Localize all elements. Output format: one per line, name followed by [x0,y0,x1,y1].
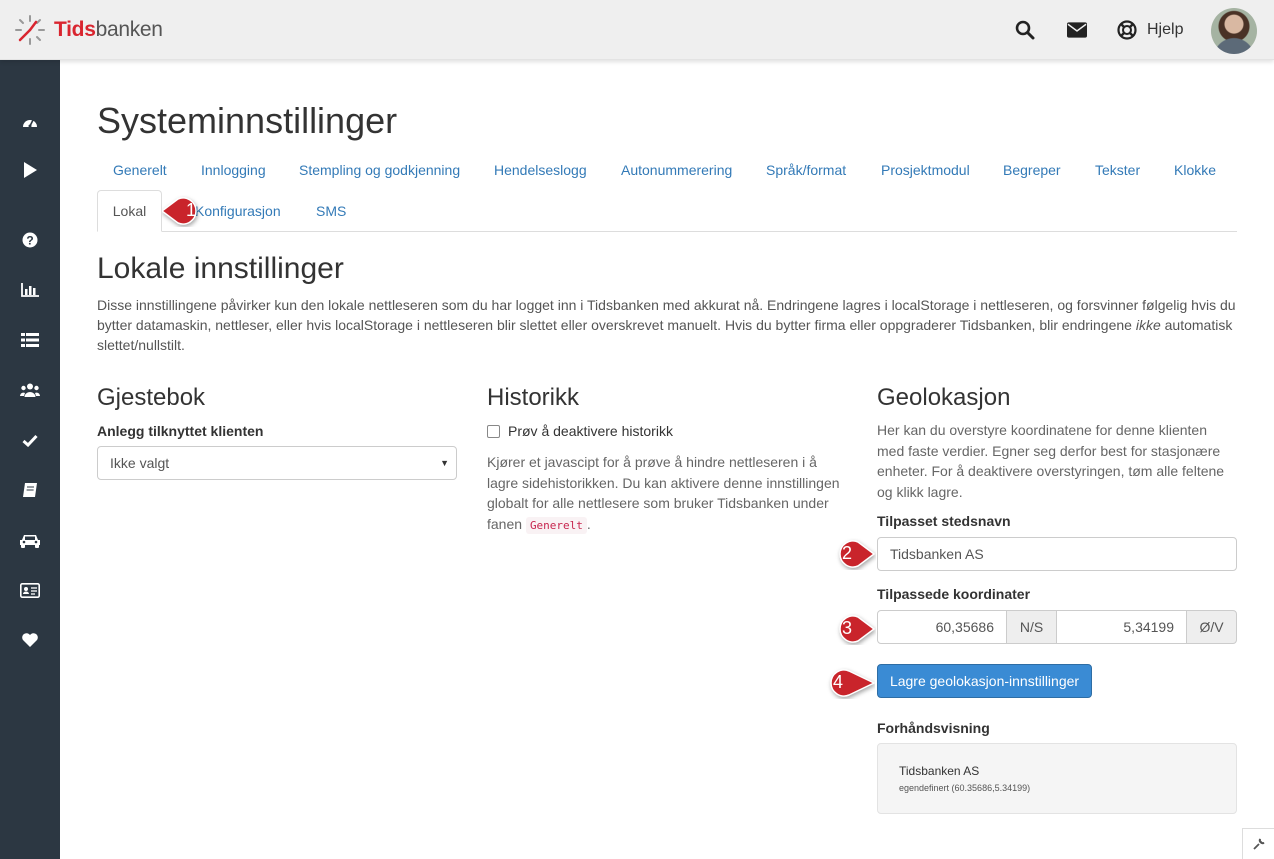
envelope-icon[interactable] [1067,20,1087,40]
tab-prosjektmodul[interactable]: Prosjektmodul [881,162,970,178]
place-label: Tilpasset stedsnavn [877,513,1011,529]
guestbook-label: Anlegg tilknyttet klienten [97,423,264,439]
tab-lokal[interactable]: Lokal [97,190,162,232]
preview-coordinates: egendefinert (60.35686,5.34199) [899,783,1031,793]
sidebar: ? [0,60,60,859]
list-icon[interactable] [20,330,40,350]
facility-select-value: Ikke valgt [110,455,170,471]
question-icon[interactable]: ? [20,230,40,250]
tab-begreper[interactable]: Begreper [1003,162,1061,178]
tab-sprak-format[interactable]: Språk/format [766,162,846,178]
preview-label: Forhåndsvisning [877,720,990,736]
save-geolocation-button[interactable]: Lagre geolokasjon-innstillinger [877,664,1092,698]
callout-number-4: 4 [832,672,843,692]
play-icon[interactable] [20,160,40,180]
settings-wrench-button[interactable] [1242,828,1274,859]
logo-clock-icon [15,15,45,45]
coords-input-group: 60,35686 N/S 5,34199 Ø/V [877,610,1237,644]
id-card-icon[interactable] [20,580,40,600]
caret-down-icon: ▼ [440,458,449,468]
geo-title: Geolokasjon [877,384,1011,411]
bar-chart-icon[interactable] [20,280,40,300]
users-icon[interactable] [20,380,40,400]
tab-stempling[interactable]: Stempling og godkjenning [299,162,460,178]
longitude-addon: Ø/V [1186,610,1237,644]
coords-label: Tilpassede koordinater [877,586,1031,602]
callout-number-2: 2 [841,543,852,563]
generelt-code: Generelt [525,516,587,534]
disable-history-label[interactable]: Prøv å deaktivere historikk [508,423,673,439]
tab-sms[interactable]: SMS [316,203,346,219]
svg-text:?: ? [26,234,33,248]
tab-klokke[interactable]: Klokke [1174,162,1216,178]
longitude-input[interactable]: 5,34199 [1056,610,1187,644]
history-title: Historikk [487,384,580,411]
place-name-input[interactable]: Tidsbanken AS [877,537,1237,571]
logo-text: Tidsbanken [54,18,163,41]
disable-history-checkbox[interactable] [487,425,500,438]
tab-hendelseslogg[interactable]: Hendelseslogg [494,162,587,178]
latitude-addon: N/S [1006,610,1057,644]
search-icon[interactable] [1015,20,1035,40]
callout-number-3: 3 [841,618,852,638]
preview-box: Tidsbanken AS egendefinert (60.35686,5.3… [877,743,1237,814]
callout-marker-2: 2 [826,538,876,568]
section-title: Lokale innstillinger [97,252,344,285]
tabs-border [97,231,1237,232]
top-bar: Tidsbanken Hjelp [0,0,1274,60]
callout-marker-3: 3 [826,613,876,643]
heart-icon[interactable] [20,630,40,650]
help-link[interactable]: Hjelp [1147,21,1183,39]
callout-marker-1: 1 [160,195,204,225]
guestbook-title: Gjestebok [97,384,206,411]
tab-generelt[interactable]: Generelt [113,162,167,178]
checkmark-icon[interactable] [20,430,40,450]
dashboard-icon[interactable] [20,112,40,132]
tab-autonummerering[interactable]: Autonummerering [621,162,732,178]
facility-select[interactable]: Ikke valgt ▼ [97,446,457,480]
section-description: Disse innstillingene påvirker kun den lo… [97,297,1236,353]
history-description: Kjører et javascipt for å prøve å hindre… [487,454,840,534]
page-title: Systeminnstillinger [97,100,398,141]
callout-number-1: 1 [185,200,196,220]
geo-description: Her kan du overstyre koordinatene for de… [877,422,1225,500]
latitude-input[interactable]: 60,35686 [877,610,1007,644]
logo[interactable]: Tidsbanken [14,14,163,46]
preview-place-name: Tidsbanken AS [899,764,980,778]
callout-marker-4: 4 [817,667,875,697]
tab-innlogging[interactable]: Innlogging [201,162,266,178]
car-icon[interactable] [20,530,40,550]
tab-tekster[interactable]: Tekster [1095,162,1140,178]
avatar[interactable] [1211,8,1257,54]
wrench-icon [1252,838,1264,850]
lifebuoy-icon[interactable] [1117,20,1137,40]
book-icon[interactable] [20,480,40,500]
